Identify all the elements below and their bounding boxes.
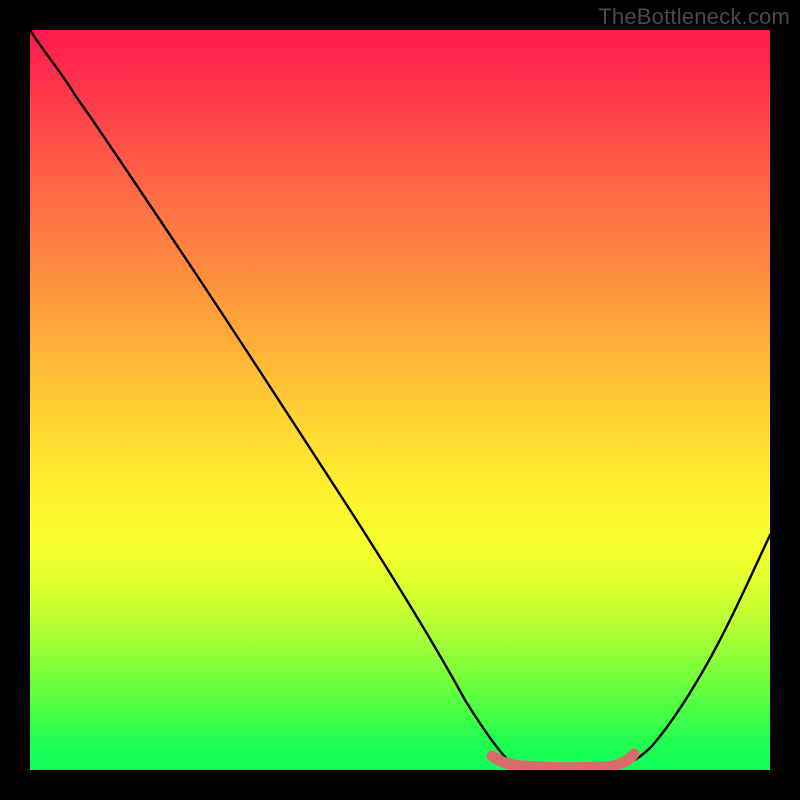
optimal-band <box>492 754 634 768</box>
plot-area <box>30 30 770 770</box>
bottleneck-curve-svg <box>30 30 770 770</box>
bottleneck-curve <box>30 30 770 768</box>
chart-frame: TheBottleneck.com <box>0 0 800 800</box>
watermark-text: TheBottleneck.com <box>598 4 790 30</box>
